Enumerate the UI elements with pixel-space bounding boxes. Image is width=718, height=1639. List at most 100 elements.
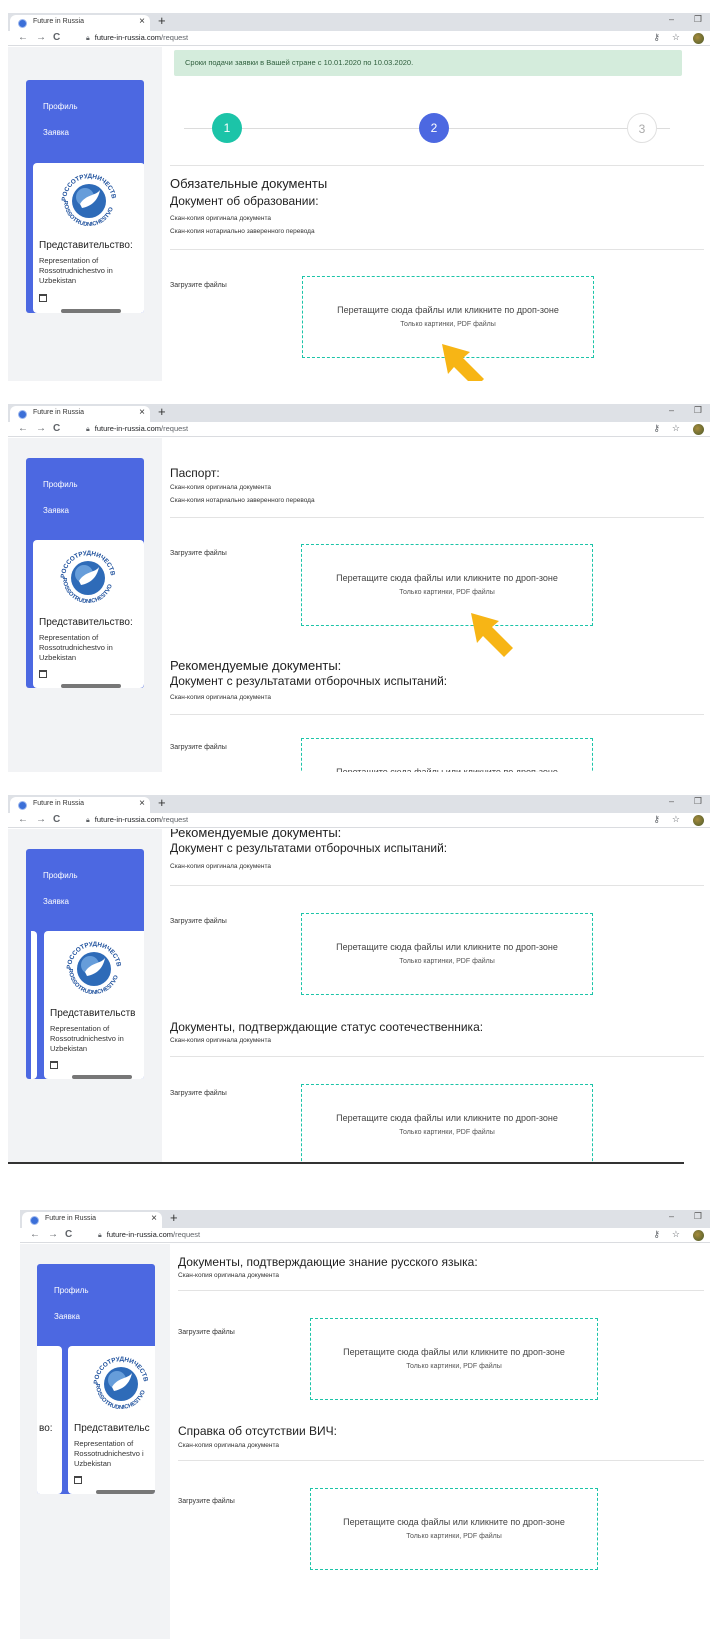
- key-icon[interactable]: ⚷: [653, 32, 660, 43]
- previous-card-edge: во:: [37, 1346, 62, 1494]
- calendar-icon: [50, 1061, 58, 1069]
- browser-tab[interactable]: Future in Russia ×: [22, 1212, 162, 1228]
- compatriot-dropzone[interactable]: Перетащите сюда файлы или кликните по др…: [301, 1084, 593, 1163]
- minimize-icon[interactable]: –: [669, 405, 674, 415]
- education-req-2: Скан-копия нотариально заверенного перев…: [170, 228, 315, 235]
- sidebar-item-profile[interactable]: Профиль: [43, 871, 78, 880]
- dropzone-hint: Только картинки, PDF файлы: [400, 321, 496, 328]
- hiv-dropzone[interactable]: Перетащите сюда файлы или кликните по др…: [310, 1488, 598, 1570]
- bookmark-star-icon[interactable]: ☆: [672, 1229, 680, 1240]
- russian-doc-title: Документы, подтверждающие знание русског…: [178, 1255, 478, 1269]
- dropzone-text: Перетащите сюда файлы или кликните по др…: [336, 767, 558, 772]
- selection-doc-title: Документ с результатами отборочных испыт…: [170, 841, 448, 855]
- left-column: Профиль Заявка РОССОТРУДНИЧЕСТВО ROSSOTR…: [8, 829, 162, 1163]
- profile-avatar[interactable]: [693, 424, 704, 435]
- representation-card: РОССОТРУДНИЧЕСТВО ROSSOTRUDNICHESTVO Пре…: [68, 1346, 155, 1494]
- step-1[interactable]: 1: [212, 113, 242, 143]
- sidebar-item-request[interactable]: Заявка: [43, 128, 69, 137]
- reload-icon[interactable]: C: [65, 1229, 72, 1240]
- reload-icon[interactable]: C: [53, 814, 60, 825]
- browser-tab[interactable]: Future in Russia ×: [10, 406, 150, 422]
- representation-line-2: Rossotrudnichestvo in: [50, 1034, 124, 1043]
- selection-dropzone[interactable]: Перетащите сюда файлы или кликните по др…: [301, 913, 593, 995]
- minimize-icon[interactable]: –: [669, 1211, 674, 1221]
- forward-icon[interactable]: →: [36, 814, 46, 825]
- restore-icon[interactable]: ❐: [694, 1211, 702, 1222]
- step-3[interactable]: 3: [627, 113, 657, 143]
- key-icon[interactable]: ⚷: [653, 814, 660, 825]
- upload-label: Загрузите файлы: [170, 744, 227, 751]
- lock-icon: 🔒︎: [86, 35, 90, 42]
- representation-line-2: Rossotrudnichestvo in: [39, 643, 113, 652]
- back-icon[interactable]: ←: [18, 423, 28, 434]
- minimize-icon[interactable]: –: [669, 14, 674, 24]
- forward-icon[interactable]: →: [48, 1229, 58, 1240]
- left-column: Профиль Заявка РОССОТРУДНИЧЕСТВО ROSSOTR…: [8, 47, 162, 381]
- passport-dropzone[interactable]: Перетащите сюда файлы или кликните по др…: [301, 544, 593, 626]
- tab-strip: Future in Russia × + – ❐: [8, 795, 710, 813]
- url-field[interactable]: 🔒︎ future-in-russia.com/request: [98, 1230, 200, 1240]
- step-2[interactable]: 2: [419, 113, 449, 143]
- close-tab-icon[interactable]: ×: [139, 798, 145, 809]
- tab-strip: Future in Russia × + – ❐: [8, 13, 710, 31]
- new-tab-button[interactable]: +: [170, 1210, 178, 1225]
- selection-dropzone[interactable]: Перетащите сюда файлы или кликните по др…: [301, 738, 593, 772]
- url-path: /request: [173, 1230, 201, 1239]
- sidebar-item-request[interactable]: Заявка: [54, 1312, 80, 1321]
- lock-icon: 🔒︎: [86, 426, 90, 433]
- browser-tab[interactable]: Future in Russia ×: [10, 15, 150, 31]
- reload-icon[interactable]: C: [53, 32, 60, 43]
- new-tab-button[interactable]: +: [158, 795, 166, 810]
- divider: [170, 1056, 704, 1057]
- browser-tab[interactable]: Future in Russia ×: [10, 797, 150, 813]
- bookmark-star-icon[interactable]: ☆: [672, 423, 680, 434]
- tab-title: Future in Russia: [33, 18, 84, 25]
- sidebar-item-profile[interactable]: Профиль: [43, 102, 78, 111]
- globe-favicon-icon: [18, 410, 27, 419]
- close-tab-icon[interactable]: ×: [139, 407, 145, 418]
- restore-icon[interactable]: ❐: [694, 405, 702, 416]
- bookmark-star-icon[interactable]: ☆: [672, 32, 680, 43]
- url-field[interactable]: 🔒︎ future-in-russia.com/request: [86, 815, 188, 825]
- clipped-text: [61, 309, 121, 313]
- rossotrudnichestvo-logo: РОССОТРУДНИЧЕСТВО ROSSOTRUDNICHESTVO: [88, 1351, 149, 1411]
- dropzone-text: Перетащите сюда файлы или кликните по др…: [337, 305, 559, 315]
- divider: [170, 165, 704, 166]
- url-path: /request: [161, 424, 189, 433]
- restore-icon[interactable]: ❐: [694, 14, 702, 25]
- sidebar-item-profile[interactable]: Профиль: [54, 1286, 89, 1295]
- recommended-docs-heading: Рекомендуемые документы:: [170, 658, 342, 673]
- forward-icon[interactable]: →: [36, 423, 46, 434]
- russian-dropzone[interactable]: Перетащите сюда файлы или кликните по др…: [310, 1318, 598, 1400]
- sidebar-item-profile[interactable]: Профиль: [43, 480, 78, 489]
- close-tab-icon[interactable]: ×: [139, 16, 145, 27]
- back-icon[interactable]: ←: [30, 1229, 40, 1240]
- forward-icon[interactable]: →: [36, 32, 46, 43]
- compatriot-doc-title: Документы, подтверждающие статус соотече…: [170, 1020, 484, 1034]
- new-tab-button[interactable]: +: [158, 404, 166, 419]
- key-icon[interactable]: ⚷: [653, 423, 660, 434]
- profile-avatar[interactable]: [693, 1230, 704, 1241]
- profile-avatar[interactable]: [693, 815, 704, 826]
- close-tab-icon[interactable]: ×: [151, 1213, 157, 1224]
- new-tab-button[interactable]: +: [158, 13, 166, 28]
- back-icon[interactable]: ←: [18, 814, 28, 825]
- sidebar-item-request[interactable]: Заявка: [43, 897, 69, 906]
- bookmark-star-icon[interactable]: ☆: [672, 814, 680, 825]
- restore-icon[interactable]: ❐: [694, 796, 702, 807]
- sidebar-item-request[interactable]: Заявка: [43, 506, 69, 515]
- key-icon[interactable]: ⚷: [653, 1229, 660, 1240]
- passport-doc-title: Паспорт:: [170, 466, 220, 480]
- passport-req-2: Скан-копия нотариально заверенного перев…: [170, 497, 315, 504]
- reload-icon[interactable]: C: [53, 423, 60, 434]
- url-field[interactable]: 🔒︎ future-in-russia.com/request: [86, 33, 188, 43]
- url-field[interactable]: 🔒︎ future-in-russia.com/request: [86, 424, 188, 434]
- minimize-icon[interactable]: –: [669, 796, 674, 806]
- back-icon[interactable]: ←: [18, 32, 28, 43]
- required-docs-heading: Обязательные документы: [170, 176, 328, 191]
- representation-line-3: Uzbekistan: [39, 653, 77, 662]
- tab-title: Future in Russia: [33, 409, 84, 416]
- rossotrudnichestvo-logo: РОССОТРУДНИЧЕСТВО ROSSOTRUDNICHESTVO: [55, 545, 116, 605]
- calendar-icon: [39, 670, 47, 678]
- profile-avatar[interactable]: [693, 33, 704, 44]
